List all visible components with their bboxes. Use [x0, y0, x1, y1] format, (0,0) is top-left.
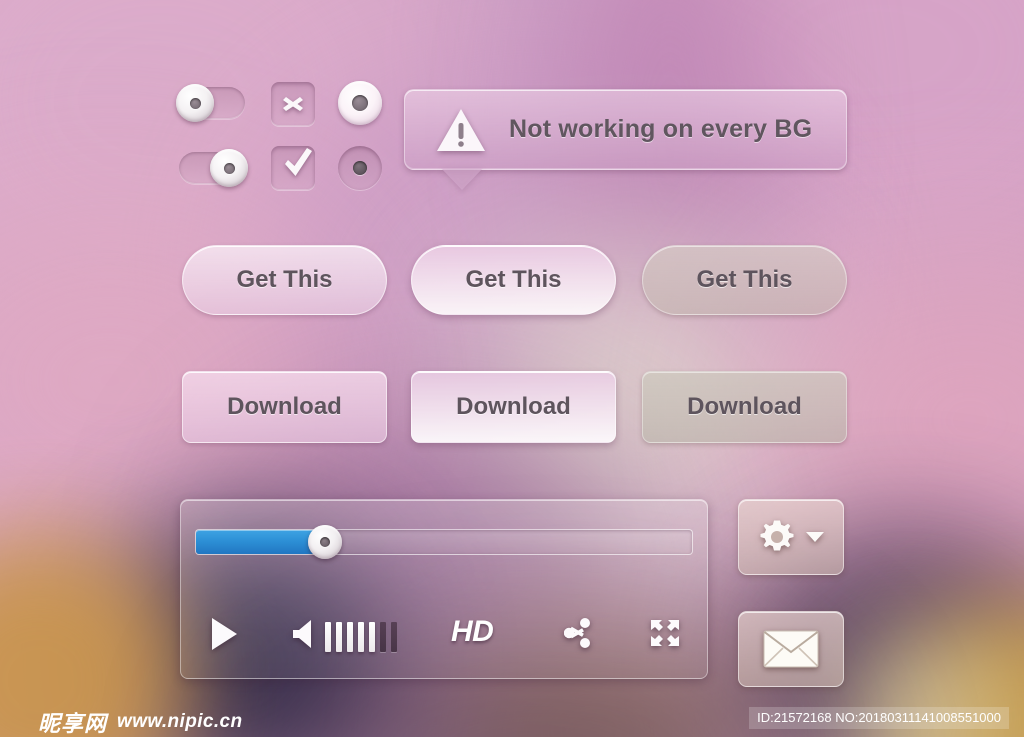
play-button[interactable]: [209, 616, 239, 657]
tooltip-arrow: [441, 168, 483, 190]
checkbox-cross[interactable]: [271, 82, 315, 126]
button-label: Download: [227, 393, 342, 420]
progress-slider[interactable]: [195, 525, 693, 559]
radio-dot: [353, 161, 367, 175]
screenshot-stage: Not working on every BG Get This Get Thi…: [0, 0, 1024, 737]
get-this-button-2[interactable]: Get This: [411, 245, 616, 315]
progress-fill: [196, 530, 325, 554]
share-icon: [563, 618, 592, 653]
download-button-1[interactable]: Download: [182, 371, 387, 443]
radio-unselected[interactable]: [338, 146, 382, 190]
brand: 昵享网 www.nipic.cn: [38, 706, 243, 737]
envelope-icon: [763, 630, 819, 668]
image-id-tag: ID:21572168 NO:20180311141008551000: [749, 707, 1009, 729]
volume-control[interactable]: [291, 618, 397, 655]
button-label: Download: [456, 393, 571, 420]
get-this-button-1[interactable]: Get This: [182, 245, 387, 315]
volume-bar[interactable]: [347, 621, 353, 652]
progress-knob[interactable]: [307, 525, 342, 559]
gear-icon: [757, 517, 797, 557]
chevron-down-icon[interactable]: [805, 531, 825, 543]
get-this-button-3[interactable]: Get This: [642, 245, 847, 315]
fullscreen-icon: [649, 618, 681, 653]
radio-dot: [352, 95, 368, 111]
player-controls: HD: [181, 612, 707, 672]
button-label: Get This: [465, 266, 562, 293]
volume-bar[interactable]: [391, 621, 397, 652]
volume-bar[interactable]: [336, 621, 342, 652]
volume-bar[interactable]: [325, 621, 331, 652]
tooltip-text: Not working on every BG: [509, 115, 813, 143]
volume-bar[interactable]: [358, 621, 364, 652]
tooltip: Not working on every BG: [404, 89, 847, 190]
settings-button[interactable]: [738, 499, 844, 575]
toggle-knob[interactable]: [210, 149, 248, 187]
hd-toggle[interactable]: HD: [451, 615, 494, 649]
toggle-switch-off[interactable]: [176, 84, 245, 122]
download-button-2[interactable]: Download: [411, 371, 616, 443]
checkbox-checked[interactable]: [271, 146, 315, 190]
volume-bar[interactable]: [369, 621, 375, 652]
play-icon: [209, 616, 239, 657]
button-label: Download: [687, 393, 802, 420]
radio-selected[interactable]: [338, 81, 382, 125]
toggle-switch-on[interactable]: [179, 149, 248, 187]
download-button-3[interactable]: Download: [642, 371, 847, 443]
button-label: Get This: [236, 266, 333, 293]
brand-url: www.nipic.cn: [117, 711, 243, 732]
brand-logo-text: 昵享网: [38, 712, 108, 737]
fullscreen-button[interactable]: [649, 618, 681, 653]
media-player-panel: HD: [180, 499, 708, 679]
warning-triangle-icon: [435, 107, 487, 153]
share-button[interactable]: [563, 618, 592, 653]
toggle-knob[interactable]: [176, 84, 214, 122]
cross-icon: [278, 89, 308, 119]
footer-bar: 昵享网 www.nipic.cn ID:21572168 NO:20180311…: [0, 700, 1024, 737]
volume-bar[interactable]: [380, 621, 386, 652]
mail-button[interactable]: [738, 611, 844, 687]
volume-bars[interactable]: [325, 621, 397, 652]
button-label: Get This: [696, 266, 793, 293]
speaker-icon: [291, 618, 315, 655]
check-icon: [278, 148, 312, 183]
hd-label: HD: [451, 615, 494, 648]
